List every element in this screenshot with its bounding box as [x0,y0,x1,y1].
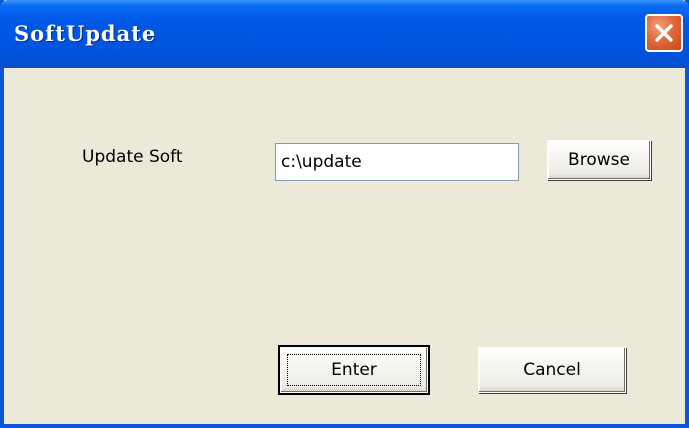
enter-button-label: Enter [331,360,377,380]
title-bar[interactable]: SoftUpdate [0,0,689,68]
close-button[interactable] [645,14,683,52]
close-x-icon [653,22,675,44]
cancel-button[interactable]: Cancel [478,347,626,393]
window-title: SoftUpdate [14,21,157,46]
softupdate-dialog: SoftUpdate Update Soft Browse Enter Canc… [0,0,689,428]
cancel-button-label: Cancel [523,360,581,380]
update-soft-label: Update Soft [82,147,183,167]
update-path-input[interactable] [275,143,519,181]
browse-button-label: Browse [568,150,630,170]
browse-button[interactable]: Browse [547,140,651,180]
enter-button[interactable]: Enter [280,347,428,393]
